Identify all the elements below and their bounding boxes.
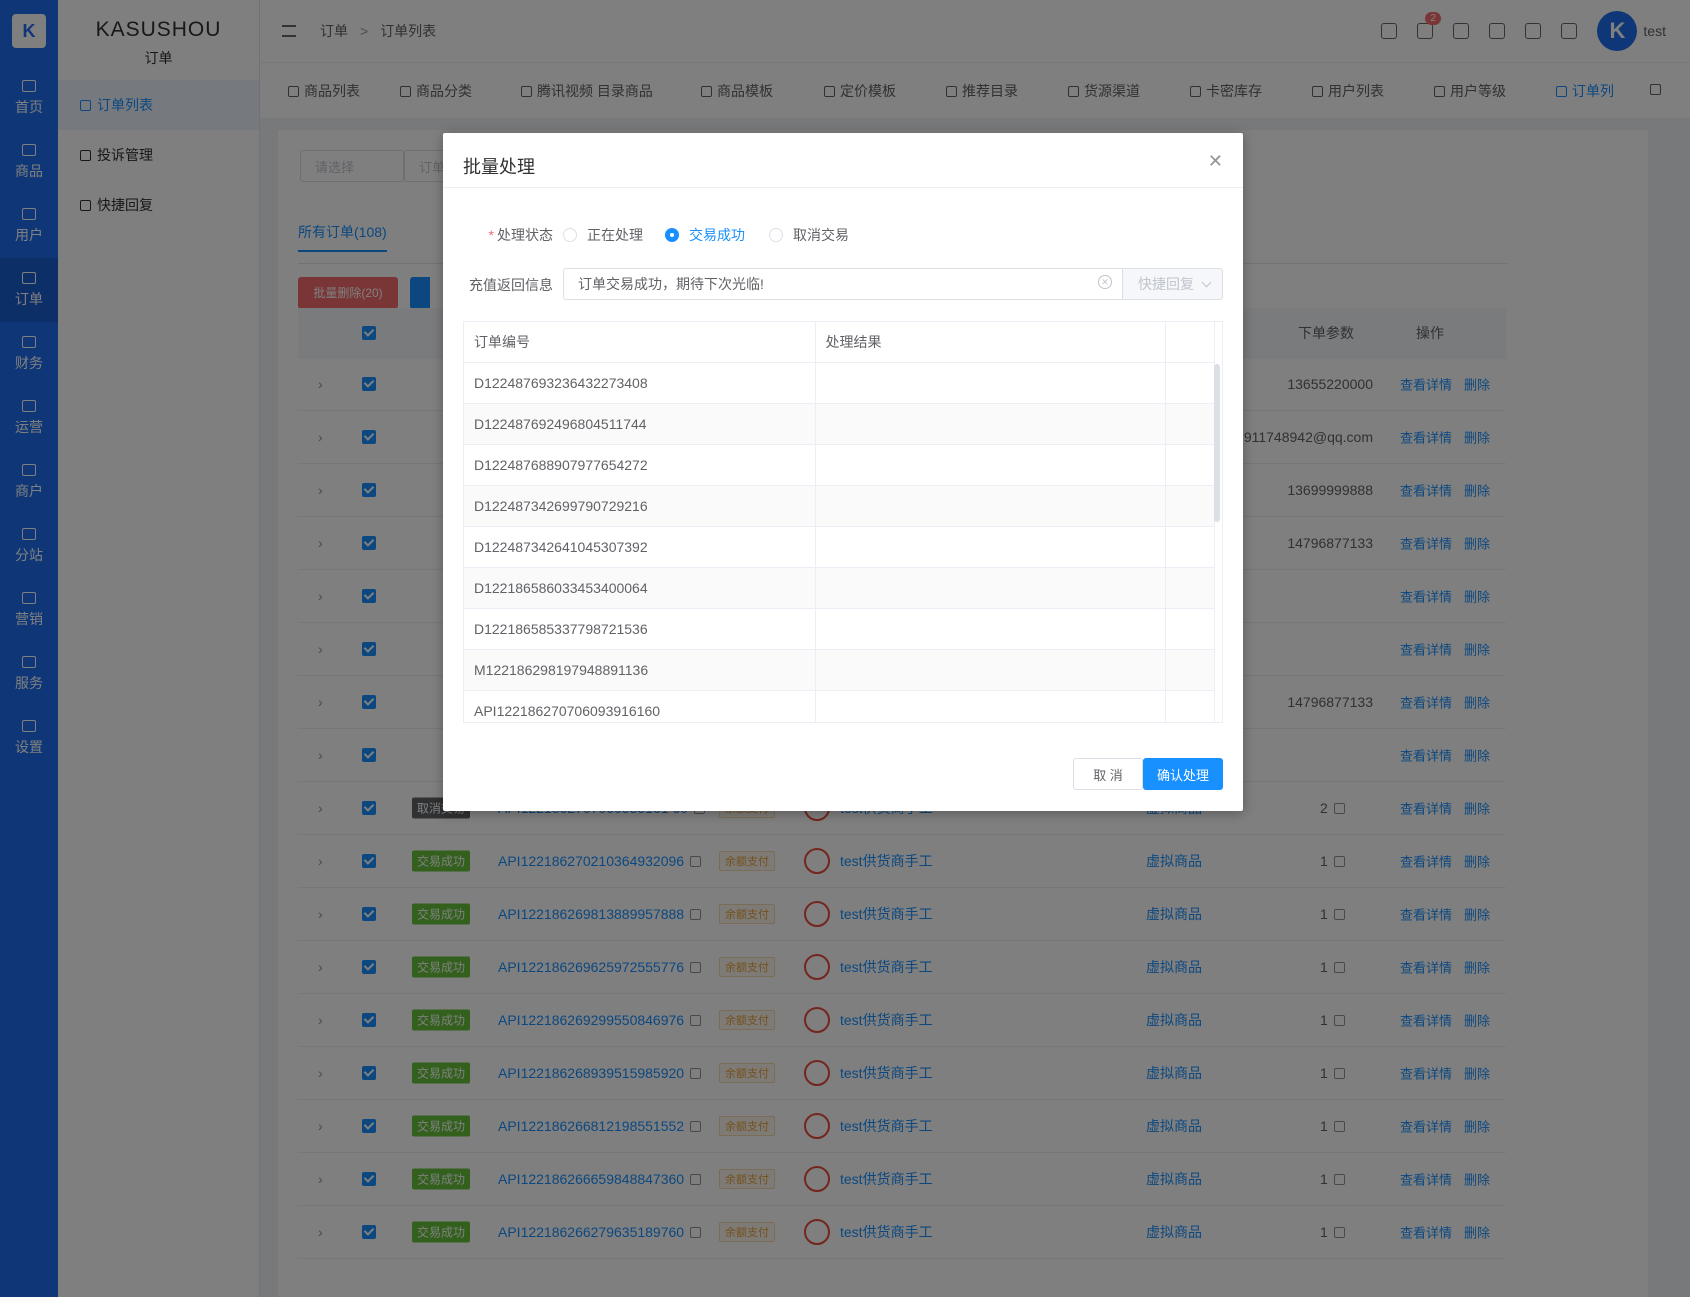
order-number-cell: D122487693236432273408 bbox=[464, 362, 816, 404]
confirm-button[interactable]: 确认处理 bbox=[1143, 758, 1223, 790]
order-row: D122487693236432273408 bbox=[464, 362, 1215, 404]
process-result-cell bbox=[815, 690, 1166, 722]
process-result-cell bbox=[815, 444, 1166, 486]
process-result-cell bbox=[815, 567, 1166, 609]
radio-circle bbox=[563, 228, 577, 242]
order-row: D122186586033453400064 bbox=[464, 567, 1215, 609]
status-label: * 处理状态 bbox=[488, 227, 553, 243]
process-result-cell bbox=[815, 608, 1166, 650]
order-row: D122487342641045307392 bbox=[464, 526, 1215, 568]
order-number-cell: D122487342699790729216 bbox=[464, 485, 816, 527]
close-icon[interactable]: ✕ bbox=[1208, 151, 1223, 172]
order-row: D122186585337798721536 bbox=[464, 608, 1215, 650]
quick-reply-select[interactable]: 快捷回复 bbox=[1122, 268, 1223, 300]
order-number-cell: D122487692496804511744 bbox=[464, 403, 816, 445]
order-row: API122186270706093916160 bbox=[464, 690, 1215, 722]
process-result-cell bbox=[815, 649, 1166, 691]
clear-icon[interactable]: ✕ bbox=[1098, 275, 1112, 289]
order-number-cell: D122186585337798721536 bbox=[464, 608, 816, 650]
table-scrollbar[interactable] bbox=[1214, 364, 1220, 522]
order-row: D122487342699790729216 bbox=[464, 485, 1215, 527]
message-label: 充值返回信息 bbox=[469, 277, 553, 293]
col-order-number: 订单编号 bbox=[464, 322, 816, 363]
order-number-cell: D122186586033453400064 bbox=[464, 567, 816, 609]
order-result-table[interactable]: 订单编号 处理结果 D122487693236432273408 D1224876… bbox=[463, 321, 1223, 723]
radio-success[interactable]: 交易成功 bbox=[665, 225, 745, 245]
order-row: M122186298197948891136 bbox=[464, 649, 1215, 691]
cancel-button[interactable]: 取 消 bbox=[1073, 758, 1143, 790]
order-row: D122487688907977654272 bbox=[464, 444, 1215, 486]
radio-processing[interactable]: 正在处理 bbox=[563, 225, 643, 245]
order-row: D122487692496804511744 bbox=[464, 403, 1215, 445]
process-result-cell bbox=[815, 485, 1166, 527]
radio-cancel[interactable]: 取消交易 bbox=[769, 225, 849, 245]
radio-circle bbox=[665, 228, 679, 242]
order-number-cell: API122186270706093916160 bbox=[464, 690, 816, 722]
process-result-cell bbox=[815, 362, 1166, 404]
batch-process-dialog: 批量处理 ✕ *处理状态 正在处理 交易成功 取消交易 充值返回信息 ✕ 快捷回… bbox=[443, 133, 1243, 811]
chevron-down-icon bbox=[1201, 277, 1212, 288]
dialog-title: 批量处理 bbox=[463, 157, 535, 177]
process-result-cell bbox=[815, 526, 1166, 568]
radio-circle bbox=[769, 228, 783, 242]
col-process-result: 处理结果 bbox=[815, 322, 1166, 363]
message-input[interactable] bbox=[563, 268, 1123, 300]
order-number-cell: D122487688907977654272 bbox=[464, 444, 816, 486]
process-result-cell bbox=[815, 403, 1166, 445]
order-number-cell: M122186298197948891136 bbox=[464, 649, 816, 691]
order-number-cell: D122487342641045307392 bbox=[464, 526, 816, 568]
